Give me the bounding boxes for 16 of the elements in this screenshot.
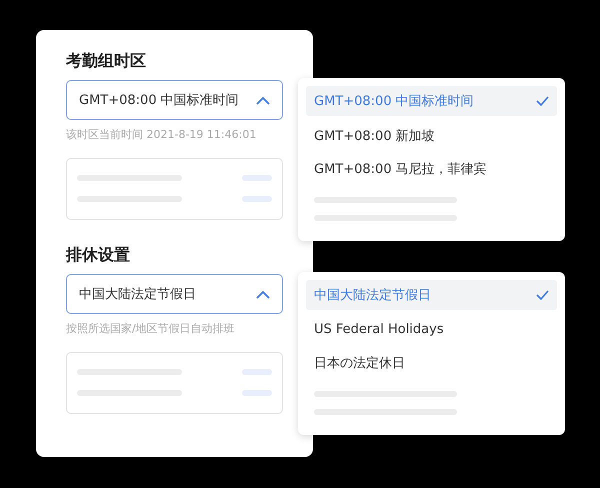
hint-text: 按照所选国家/地区节假日自动排班 <box>66 321 236 335</box>
dropdown-option[interactable]: GMT+08:00 新加坡 <box>306 121 557 150</box>
chevron-up-icon <box>256 290 270 298</box>
check-icon <box>536 96 549 106</box>
dropdown-option[interactable]: GMT+08:00 马尼拉，菲律宾 <box>306 154 557 183</box>
select-field[interactable]: GMT+08:00 中国标准时间 <box>66 80 283 120</box>
dropdown-option[interactable]: 日本の法定休日 <box>306 348 557 377</box>
dropdown-option[interactable]: US Federal Holidays <box>306 315 557 344</box>
select-field[interactable]: 中国大陆法定节假日 <box>66 274 283 314</box>
section-title: 考勤组时区 <box>66 52 147 70</box>
chevron-up-icon <box>256 96 270 104</box>
dropdown-option[interactable]: 中国大陆法定节假日 <box>306 280 557 310</box>
section-title: 排休设置 <box>66 246 131 264</box>
hint-text: 该时区当前时间 2021-8-19 11:46:01 <box>66 127 258 141</box>
check-icon <box>536 290 549 300</box>
dropdown-option[interactable]: GMT+08:00 中国标准时间 <box>306 86 557 116</box>
